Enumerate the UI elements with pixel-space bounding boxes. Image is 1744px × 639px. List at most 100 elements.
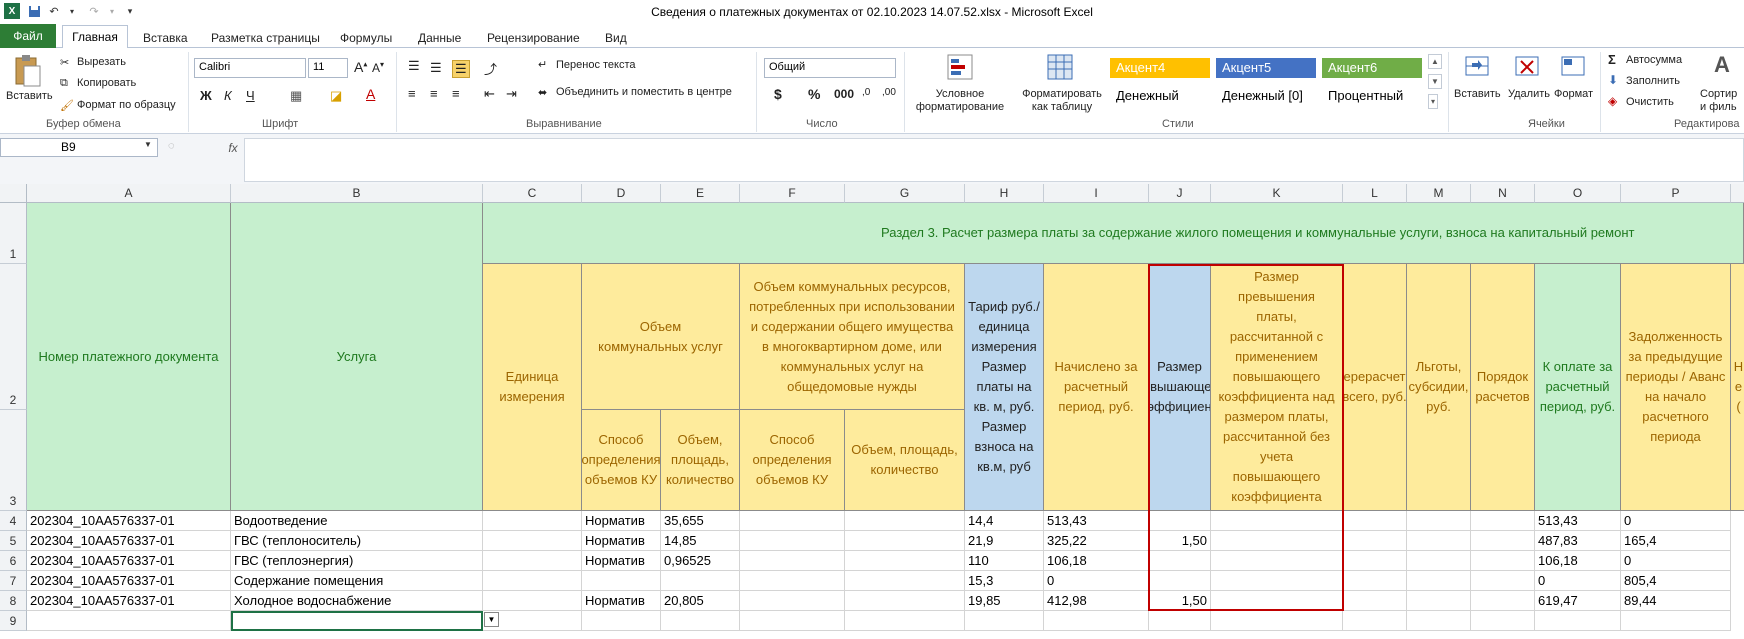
delete-cells-icon[interactable] (1512, 52, 1542, 80)
column-header-a[interactable]: A (27, 184, 231, 203)
cell-o-row-4[interactable]: 513,43 (1535, 511, 1621, 531)
tab-page-layout[interactable]: Разметка страницы (211, 28, 320, 48)
cell-h-row-9[interactable] (965, 611, 1044, 631)
cell-g-row-4[interactable] (845, 511, 965, 531)
cell-d-row-5[interactable]: Норматив (582, 531, 661, 551)
cell-h-row-6[interactable]: 110 (965, 551, 1044, 571)
cell-e-row-5[interactable]: 14,85 (661, 531, 740, 551)
column-header-h[interactable]: H (965, 184, 1044, 203)
cell-i-row-5[interactable]: 325,22 (1044, 531, 1149, 551)
tab-view[interactable]: Вид (605, 28, 627, 48)
align-top-icon[interactable]: ☰ (408, 58, 420, 74)
cell-a-row-9[interactable] (27, 611, 231, 631)
fill-button[interactable]: Заполнить (1626, 75, 1680, 87)
cell-p-row-9[interactable] (1621, 611, 1731, 631)
tab-insert[interactable]: Вставка (143, 28, 188, 48)
cell-o-row-8[interactable]: 619,47 (1535, 591, 1621, 611)
column-header-d[interactable]: D (582, 184, 661, 203)
tab-formulas[interactable]: Формулы (340, 28, 392, 48)
column-header-o[interactable]: O (1535, 184, 1621, 203)
column-header-partial[interactable] (1731, 184, 1744, 203)
clear-icon[interactable]: ◈ (1608, 94, 1617, 108)
column-header-f[interactable]: F (740, 184, 845, 203)
cell-b-row-4[interactable]: Водоотведение (231, 511, 483, 531)
cell-g-row-6[interactable] (845, 551, 965, 571)
cell-o-row-6[interactable]: 106,18 (1535, 551, 1621, 571)
row-header-9[interactable]: 9 (0, 611, 27, 631)
format-cells-button[interactable]: Формат (1554, 88, 1593, 100)
cell-p-row-6[interactable]: 0 (1621, 551, 1731, 571)
cell-d-row-6[interactable]: Норматив (582, 551, 661, 571)
cell-o-row-9[interactable] (1535, 611, 1621, 631)
tab-data[interactable]: Данные (418, 28, 461, 48)
cell-e-row-9[interactable] (661, 611, 740, 631)
cell-o-row-5[interactable]: 487,83 (1535, 531, 1621, 551)
cell-i-row-6[interactable]: 106,18 (1044, 551, 1149, 571)
font-name-select[interactable]: Calibri (194, 58, 306, 78)
cell-c-row-7[interactable] (483, 571, 582, 591)
paste-button[interactable]: Вставить (6, 90, 53, 102)
conditional-formatting-button[interactable]: Условное форматирование (908, 88, 1012, 114)
format-cells-icon[interactable] (1558, 52, 1588, 80)
borders-icon[interactable]: ▦ (290, 88, 302, 104)
sort-filter-button[interactable]: Сортир и филь (1700, 88, 1744, 114)
cell-e-row-8[interactable]: 20,805 (661, 591, 740, 611)
cell-n-row-5[interactable] (1471, 531, 1535, 551)
cell-l-row-8[interactable] (1343, 591, 1407, 611)
format-painter-button[interactable]: Формат по образцу (77, 99, 176, 111)
cell-l-row-6[interactable] (1343, 551, 1407, 571)
clear-button[interactable]: Очистить (1626, 96, 1674, 108)
cut-icon[interactable]: ✂ (60, 56, 69, 69)
align-left-icon[interactable]: ≡ (408, 86, 416, 101)
cell-b-row-6[interactable]: ГВС (теплоэнергия) (231, 551, 483, 571)
increase-decimal-icon[interactable]: ,0 (862, 87, 870, 98)
cell-n-row-8[interactable] (1471, 591, 1535, 611)
font-color-icon[interactable]: A (366, 86, 375, 102)
cell-i-row-8[interactable]: 412,98 (1044, 591, 1149, 611)
cell-l-row-4[interactable] (1343, 511, 1407, 531)
cell-c-row-4[interactable] (483, 511, 582, 531)
insert-function-icon[interactable]: fx (222, 138, 244, 157)
cell-n-row-4[interactable] (1471, 511, 1535, 531)
cut-button[interactable]: Вырезать (77, 56, 126, 68)
cell-h-row-4[interactable]: 14,4 (965, 511, 1044, 531)
italic-icon[interactable]: К (224, 88, 232, 103)
cell-h-row-7[interactable]: 15,3 (965, 571, 1044, 591)
cell-i-row-4[interactable]: 513,43 (1044, 511, 1149, 531)
cell-k-row-9[interactable] (1211, 611, 1343, 631)
row-header-7[interactable]: 7 (0, 571, 27, 591)
column-header-m[interactable]: M (1407, 184, 1471, 203)
column-header-e[interactable]: E (661, 184, 740, 203)
cell-b-row-7[interactable]: Содержание помещения (231, 571, 483, 591)
cell-b-row-5[interactable]: ГВС (теплоноситель) (231, 531, 483, 551)
thousands-separator-icon[interactable]: 000 (834, 87, 854, 101)
align-right-icon[interactable]: ≡ (452, 86, 460, 101)
name-box-dropdown-icon[interactable]: ▼ (144, 140, 152, 149)
column-header-i[interactable]: I (1044, 184, 1149, 203)
column-header-l[interactable]: L (1343, 184, 1407, 203)
cell-n-row-6[interactable] (1471, 551, 1535, 571)
cell-b-row-8[interactable]: Холодное водоснабжение (231, 591, 483, 611)
autosum-button[interactable]: Автосумма (1626, 54, 1682, 66)
cell-e-row-7[interactable] (661, 571, 740, 591)
delete-cells-button[interactable]: Удалить (1508, 88, 1550, 100)
format-as-table-button[interactable]: Форматировать как таблицу (1014, 88, 1110, 114)
cell-style-accent4[interactable]: Акцент4 (1110, 58, 1210, 78)
column-header-b[interactable]: B (231, 184, 483, 203)
wrap-text-button[interactable]: Перенос текста (556, 59, 636, 71)
cell-m-row-8[interactable] (1407, 591, 1471, 611)
row-header-5[interactable]: 5 (0, 531, 27, 551)
cell-e-row-6[interactable]: 0,96525 (661, 551, 740, 571)
cell-m-row-4[interactable] (1407, 511, 1471, 531)
cell-n-row-7[interactable] (1471, 571, 1535, 591)
cell-m-row-9[interactable] (1407, 611, 1471, 631)
wrap-text-icon[interactable]: ↵ (538, 58, 547, 71)
cell-i-row-9[interactable] (1044, 611, 1149, 631)
column-header-n[interactable]: N (1471, 184, 1535, 203)
cell-p-row-8[interactable]: 89,44 (1621, 591, 1731, 611)
name-box[interactable]: B9 (0, 138, 158, 157)
decrease-indent-icon[interactable]: ⇤ (484, 86, 495, 102)
cell-a-row-4[interactable]: 202304_10AA576337-01 (27, 511, 231, 531)
column-header-j[interactable]: J (1149, 184, 1211, 203)
cell-n-row-9[interactable] (1471, 611, 1535, 631)
